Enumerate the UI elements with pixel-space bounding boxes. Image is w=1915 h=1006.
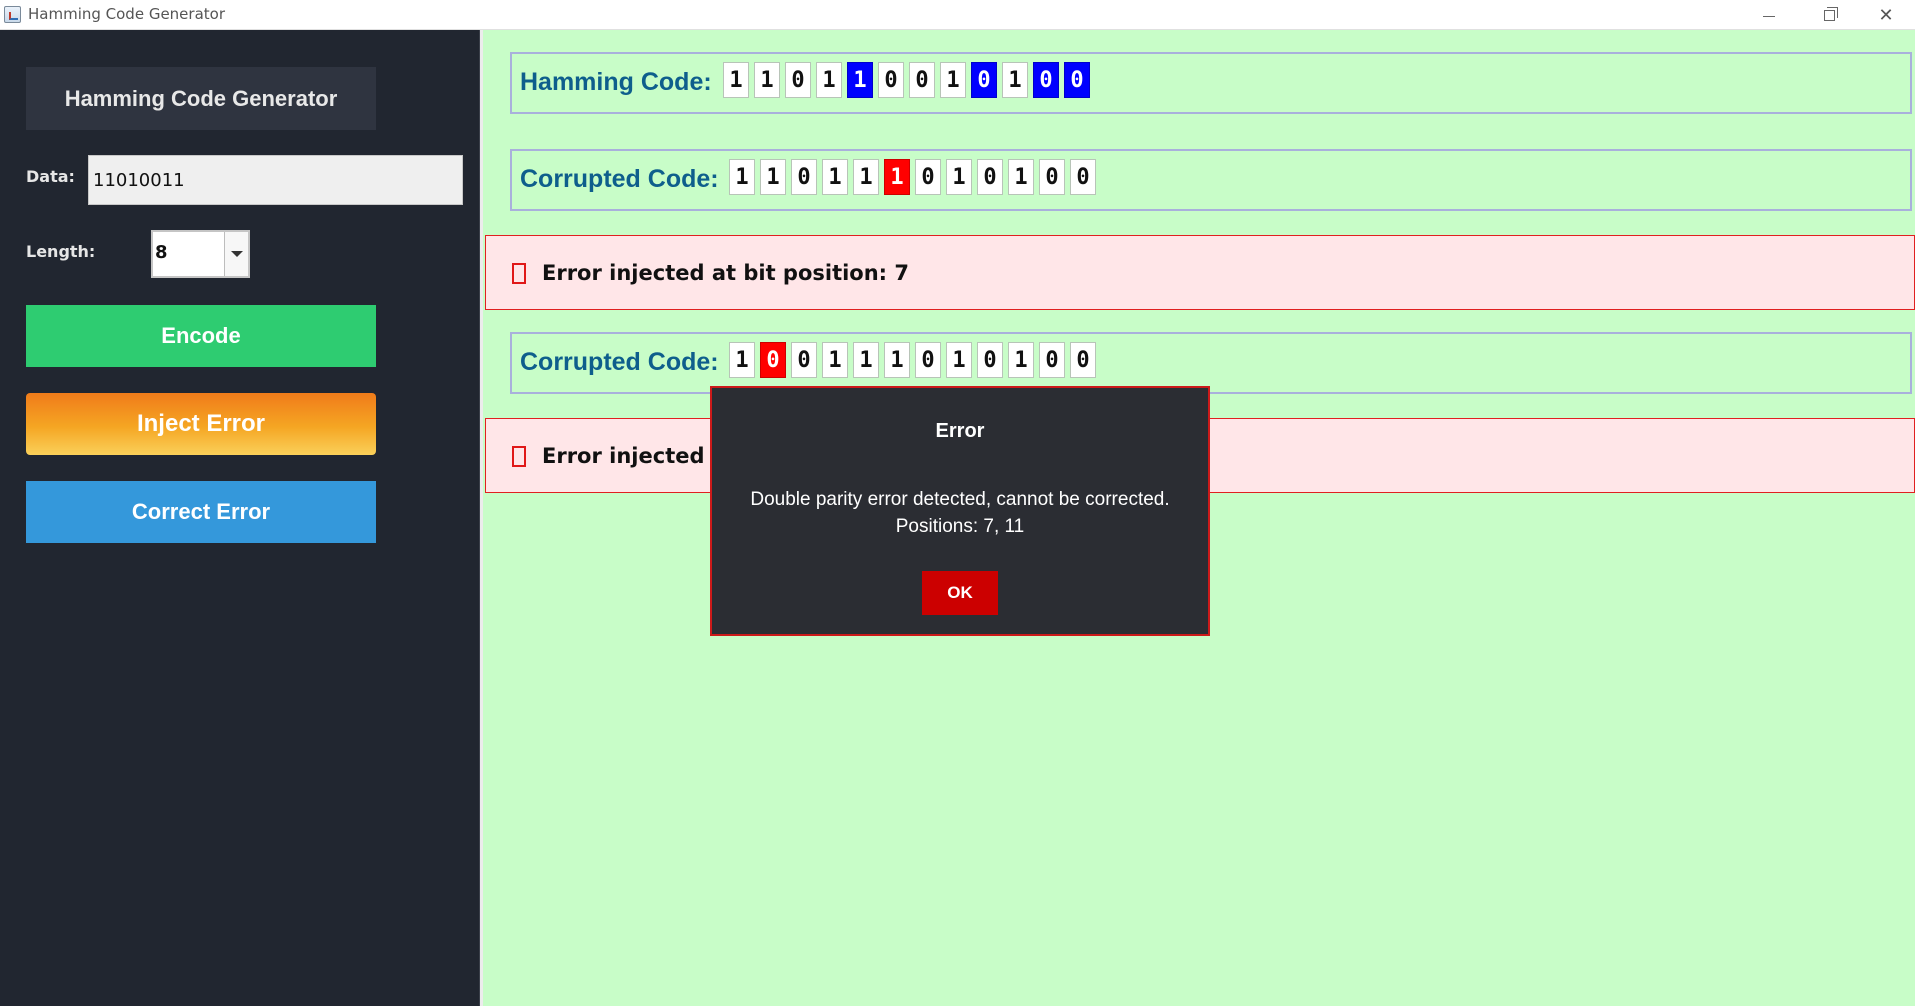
java-app-icon	[4, 6, 21, 23]
bit-cell: 1	[729, 159, 755, 195]
missing-glyph-icon	[512, 446, 526, 467]
bit-cell: 0	[1064, 62, 1090, 98]
dialog-message-line-2: Positions: 7, 11	[895, 516, 1025, 537]
ok-button[interactable]: OK	[922, 571, 998, 615]
bit-cell: 1	[884, 342, 910, 378]
sidebar: Hamming Code Generator Data: Length: 8 E…	[0, 30, 480, 1006]
bit-cell: 1	[884, 159, 910, 195]
corrupted-code-row-2: Corrupted Code: 100111010100	[510, 332, 1912, 394]
hamming-code-bits: 110110010100	[723, 62, 1095, 98]
corrupted-code-bits: 100111010100	[729, 342, 1101, 378]
data-label: Data:	[26, 167, 75, 186]
minimize-button[interactable]	[1740, 0, 1798, 30]
bit-cell: 0	[878, 62, 904, 98]
bit-cell: 1	[847, 62, 873, 98]
bit-cell: 0	[971, 62, 997, 98]
minimize-icon	[1763, 15, 1775, 17]
bit-cell: 0	[1070, 159, 1096, 195]
bit-cell: 0	[977, 159, 1003, 195]
bit-cell: 0	[791, 159, 817, 195]
bit-cell: 0	[1039, 159, 1065, 195]
bit-cell: 1	[853, 159, 879, 195]
close-button[interactable]: ✕	[1857, 0, 1915, 30]
correct-error-button[interactable]: Correct Error	[26, 481, 376, 543]
missing-glyph-icon	[512, 263, 526, 284]
title-bar: Hamming Code Generator ✕	[0, 0, 1915, 30]
corrupted-code-label: Corrupted Code:	[520, 348, 719, 376]
error-message-text: Error injected at bit position: 7	[542, 261, 910, 285]
bit-cell: 0	[1070, 342, 1096, 378]
bit-cell: 1	[822, 342, 848, 378]
restore-button[interactable]	[1800, 0, 1858, 30]
length-select[interactable]: 8	[151, 230, 250, 278]
dialog-message: Double parity error detected, cannot be …	[712, 486, 1208, 540]
bit-cell: 1	[946, 159, 972, 195]
bit-cell: 0	[1039, 342, 1065, 378]
restore-icon	[1823, 6, 1838, 21]
dialog-message-line-1: Double parity error detected, cannot be …	[750, 489, 1170, 510]
data-input[interactable]	[88, 155, 463, 205]
inject-error-button[interactable]: Inject Error	[26, 393, 376, 455]
bit-cell: 1	[940, 62, 966, 98]
bit-cell: 1	[946, 342, 972, 378]
window-title: Hamming Code Generator	[28, 5, 225, 23]
bit-cell: 1	[1008, 342, 1034, 378]
bit-cell: 1	[729, 342, 755, 378]
hamming-code-row: Hamming Code: 110110010100	[510, 52, 1912, 114]
bit-cell: 0	[785, 62, 811, 98]
bit-cell: 1	[723, 62, 749, 98]
sidebar-title: Hamming Code Generator	[26, 67, 376, 130]
bit-cell: 0	[977, 342, 1003, 378]
dropdown-arrow-button[interactable]	[224, 232, 248, 276]
corrupted-code-label: Corrupted Code:	[520, 165, 719, 193]
dialog-title: Error	[935, 420, 985, 442]
length-label: Length:	[26, 242, 96, 261]
bit-cell: 1	[816, 62, 842, 98]
bit-cell: 1	[1002, 62, 1028, 98]
bit-cell: 0	[791, 342, 817, 378]
bit-cell: 1	[822, 159, 848, 195]
error-dialog: Error Double parity error detected, cann…	[710, 386, 1210, 636]
bit-cell: 0	[909, 62, 935, 98]
hamming-code-label: Hamming Code:	[520, 68, 712, 96]
bit-cell: 1	[853, 342, 879, 378]
chevron-down-icon	[230, 251, 243, 257]
bit-cell: 0	[1033, 62, 1059, 98]
bit-cell: 1	[754, 62, 780, 98]
bit-cell: 1	[760, 159, 786, 195]
corrupted-code-bits: 110111010100	[729, 159, 1101, 195]
corrupted-code-row-1: Corrupted Code: 110111010100	[510, 149, 1912, 211]
close-icon: ✕	[1878, 4, 1894, 26]
bit-cell: 0	[760, 342, 786, 378]
error-message-text: Error injected at	[542, 444, 737, 468]
length-select-value: 8	[155, 242, 168, 263]
bit-cell: 0	[915, 159, 941, 195]
bit-cell: 1	[1008, 159, 1034, 195]
bit-cell: 0	[915, 342, 941, 378]
error-message-row-1: Error injected at bit position: 7	[485, 235, 1915, 310]
encode-button[interactable]: Encode	[26, 305, 376, 367]
